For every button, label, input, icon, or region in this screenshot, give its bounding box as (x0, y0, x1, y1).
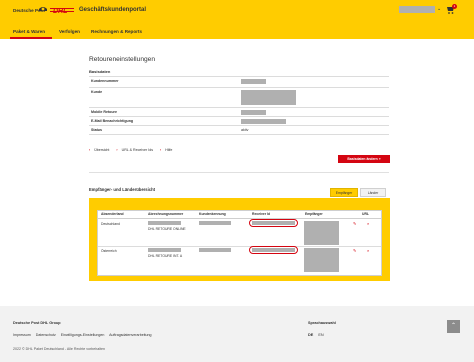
link-uebersicht[interactable]: › Übersicht (89, 148, 112, 152)
footer-link-impressum[interactable]: Impressum (13, 333, 31, 337)
tab-laender[interactable]: Länder (360, 188, 386, 197)
row2-billing-label: DHL RETOURE INT. A (148, 254, 183, 258)
footer-link-einwilligung[interactable]: Einwilligungs-Einstellungen (61, 333, 105, 337)
row1-customer-id (199, 221, 231, 225)
row1-search-icon[interactable]: ⌕ (367, 221, 369, 226)
nav-item-verfolgen[interactable]: Verfolgen (59, 29, 80, 34)
row2-billing-number (148, 248, 181, 252)
footer-links: Impressum Datenschutz Einwilligungs-Eins… (13, 333, 156, 337)
portal-title: Geschäftskundenportal (79, 7, 147, 13)
table-header-divider (98, 218, 381, 219)
section-links: › Übersicht › URL & Receiver Ids › Hilfe (89, 148, 178, 152)
label-kundennummer: Kundennummer (91, 79, 119, 83)
lang-de[interactable]: DE (308, 333, 313, 337)
link-hilfe[interactable]: › Hilfe (160, 148, 175, 152)
row-kunde: Kunde (89, 87, 389, 107)
value-status: aktiv (241, 128, 249, 132)
row2-customer-id (199, 248, 231, 252)
basisdaten-title: Basisdaten (89, 69, 111, 74)
row-kundennummer: Kundennummer (89, 76, 389, 87)
label-status: Status (91, 128, 102, 132)
language-switch: DE EN (308, 333, 324, 337)
value-kundennummer (241, 79, 266, 84)
language-title: Sprachauswahl (308, 321, 336, 325)
basisdaten-aendern-button[interactable]: Basisdaten ändern » (338, 155, 390, 163)
label-kunde: Kunde (91, 90, 103, 94)
th-url: URL (362, 212, 369, 216)
value-email (241, 119, 286, 124)
nav-active-indicator (10, 37, 52, 39)
footer-link-auftragsdaten[interactable]: Auftragsdatenverarbeitung (109, 333, 151, 337)
label-mobile-retoure: Mobile Retoure (91, 110, 117, 114)
row2-search-icon[interactable]: ⌕ (367, 248, 369, 253)
th-empfaenger: Empfänger (305, 212, 323, 216)
cart-count-badge: 1 (452, 4, 457, 9)
svg-text:DHL: DHL (53, 8, 67, 15)
row-email: E-Mail Benachrichtigung (89, 116, 389, 125)
value-mobile-retoure (241, 110, 266, 115)
row-divider (98, 246, 381, 247)
copyright: 2022 © DHL Paket Deutschland - Alle Rech… (13, 347, 106, 351)
row2-edit-icon[interactable]: ✎ (353, 248, 356, 253)
tab-empfaenger[interactable]: Empfänger (330, 188, 358, 197)
link-url-receiver[interactable]: › URL & Receiver Ids (116, 148, 156, 152)
row1-recipient (304, 221, 339, 245)
row1-country: Deutschland (101, 222, 120, 226)
post-horn-icon (39, 7, 47, 11)
receiver-table (97, 210, 382, 276)
row1-edit-icon[interactable]: ✎ (353, 221, 356, 226)
nav-item-paket-waren[interactable]: Paket & Waren (13, 29, 45, 34)
th-kundenkennung: Kundenkennung (199, 212, 226, 216)
divider (89, 172, 389, 173)
row1-billing-label: DHL RETOURE ONLINE (148, 227, 186, 231)
footer-group-title: Deutsche Post DHL Group (13, 321, 61, 325)
th-receiver-id: Receiver Id (252, 212, 271, 216)
user-menu[interactable] (399, 6, 435, 13)
scroll-to-top-button[interactable]: ⌃ (447, 320, 460, 333)
row1-billing-number (148, 221, 181, 225)
row2-receiver-id (252, 248, 295, 252)
label-email: E-Mail Benachrichtigung (91, 119, 134, 123)
nav-item-rechnungen-reports[interactable]: Rechnungen & Reports (91, 29, 142, 34)
th-absenderland: Absenderland (101, 212, 124, 216)
dhl-logo[interactable]: DHL (50, 5, 74, 15)
row2-country: Österreich (101, 249, 117, 253)
overview-title: Empfänger- und Länderübersicht (89, 187, 156, 192)
row1-receiver-id (252, 221, 295, 225)
row-status: Status aktiv (89, 125, 389, 135)
row-mobile-retoure: Mobile Retoure (89, 107, 389, 116)
row2-recipient (304, 248, 339, 272)
chevron-down-icon[interactable]: ⌄ (437, 6, 441, 12)
page-title: Retoureneinstellungen (89, 56, 155, 63)
lang-en[interactable]: EN (318, 333, 323, 337)
footer-link-datenschutz[interactable]: Datenschutz (36, 333, 56, 337)
value-kunde (241, 90, 296, 105)
th-abrechnungsnummer: Abrechnungsnummer (148, 212, 184, 216)
